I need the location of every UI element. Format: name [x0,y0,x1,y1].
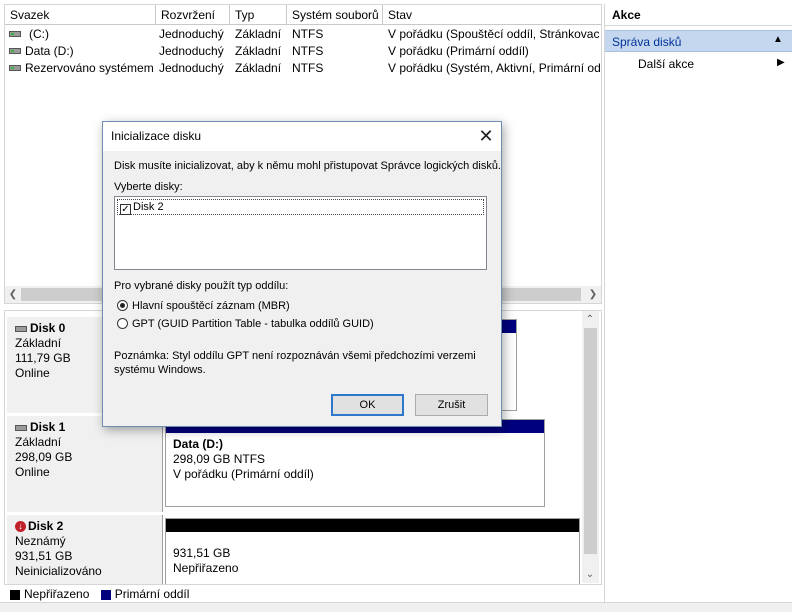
disk-1-partition[interactable]: Data (D:) 298,09 GB NTFS V pořádku (Prim… [165,419,545,507]
volume-name: (C:) [29,27,49,41]
volume-fs: NTFS [292,27,324,41]
disk-title: Disk 2 [28,519,64,533]
error-icon: ↓ [15,521,26,533]
legend-unallocated: Nepřiřazeno [24,587,90,601]
partition-size: 298,09 GB NTFS [173,452,266,466]
actions-pane: Akce Správa disků ▲ Další akce ▶ [604,4,792,602]
scrollbar-thumb[interactable] [584,328,597,554]
disk-listbox[interactable]: ✓ Disk 2 [114,196,487,270]
option-gpt[interactable]: GPT (GUID Partition Table - tabulka oddí… [117,318,374,330]
disk-size: 931,51 GB [15,549,73,563]
volume-type: Základní [235,44,282,58]
submenu-arrow-icon: ▶ [777,57,785,68]
volume-row[interactable]: Data (D:) Jednoduchý Základní NTFS V poř… [5,43,601,60]
ok-button[interactable]: OK [331,394,404,416]
disk-state: Neinicializováno [15,564,102,578]
volume-icon [9,48,21,54]
volume-status: V pořádku (Spouštěcí oddíl, Stránkovací [388,27,600,41]
disk-kind: Základní [15,435,62,449]
disk-icon [15,325,27,332]
more-actions-label: Další akce [638,57,695,71]
disk-state: Online [15,465,50,479]
unallocated-status: Nepřiřazeno [173,561,239,575]
volume-icon [9,65,21,71]
column-header-volume[interactable]: Svazek [5,5,156,25]
dialog-intro: Disk musíte inicializovat, aby k němu mo… [114,160,501,172]
volume-type: Základní [235,61,282,75]
mbr-label: Hlavní spouštěcí záznam (MBR) [132,300,290,312]
volume-layout: Jednoduchý [159,61,224,75]
volume-status: V pořádku (Systém, Aktivní, Primární odd [388,61,600,75]
disk-size: 298,09 GB [15,450,73,464]
initialize-disk-dialog: Inicializace disku ✕ Disk musíte inicial… [102,121,502,427]
gpt-radio[interactable] [117,318,128,329]
mbr-radio[interactable] [117,300,128,311]
volume-name: Data (D:) [25,44,74,58]
disk-list-item[interactable]: ✓ Disk 2 [117,199,484,215]
disk-title: Disk 1 [30,420,66,434]
partition-status: V pořádku (Primární oddíl) [173,467,314,481]
vertical-scrollbar[interactable]: ⌃ ⌄ [582,311,599,583]
partition-style-label: Pro vybrané disky použít typ oddílu: [114,280,289,292]
volume-fs: NTFS [292,61,324,75]
dialog-title: Inicializace disku [103,122,501,151]
scroll-down-icon[interactable]: ⌄ [582,566,598,583]
select-disks-label: Vyberte disky: [114,181,183,193]
option-mbr[interactable]: Hlavní spouštěcí záznam (MBR) [117,300,290,312]
column-header-type[interactable]: Typ [230,5,287,25]
actions-section-label: Správa disků [612,35,682,49]
note-line-1: Poznámka: Styl oddílu GPT není rozpoznáv… [114,350,476,362]
unallocated-bar [166,519,579,532]
collapse-icon[interactable]: ▲ [773,34,783,45]
column-header-status[interactable]: Stav [383,5,601,25]
disk-icon [15,424,27,431]
primary-swatch [100,589,111,600]
gpt-label: GPT (GUID Partition Table - tabulka oddí… [132,318,374,330]
volume-row[interactable]: (C:) Jednoduchý Základní NTFS V pořádku … [5,26,601,43]
column-header-layout[interactable]: Rozvržení [156,5,230,25]
note-line-2: systému Windows. [114,364,206,376]
disk-1-label[interactable]: Disk 1 Základní 298,09 GB Online [7,416,163,512]
volume-status: V pořádku (Primární oddíl) [388,44,529,58]
column-header-filesystem[interactable]: Systém souborů [287,5,383,25]
status-bar [0,602,792,612]
disk-kind: Neznámý [15,534,66,548]
volume-layout: Jednoduchý [159,27,224,41]
disk-checkbox[interactable]: ✓ [120,204,131,215]
cancel-button[interactable]: Zrušit [415,394,488,416]
disk-2-unallocated[interactable]: 931,51 GB Nepřiřazeno [165,518,580,584]
close-icon[interactable]: ✕ [475,126,497,148]
disk-title: Disk 0 [30,321,66,335]
disk-item-label: Disk 2 [133,201,164,213]
more-actions-item[interactable]: Další akce ▶ [605,54,792,74]
unallocated-swatch [10,589,20,600]
legend-primary: Primární oddíl [114,587,190,601]
partition-name: Data (D:) [173,437,223,451]
actions-title: Akce [605,4,792,26]
volume-fs: NTFS [292,44,324,58]
volume-row[interactable]: Rezervováno systémem Jednoduchý Základní… [5,60,601,77]
volume-name: Rezervováno systémem [25,61,154,75]
volume-type: Základní [235,27,282,41]
disk-2-label[interactable]: ↓ Disk 2 Neznámý 931,51 GB Neinicializová… [7,515,163,584]
legend: Nepřiřazeno Primární oddíl [4,584,602,602]
scroll-right-icon[interactable]: ❯ [585,286,601,303]
volume-icon [9,31,21,37]
scroll-up-icon[interactable]: ⌃ [582,311,598,328]
unallocated-size: 931,51 GB [173,546,231,560]
volume-layout: Jednoduchý [159,44,224,58]
scroll-left-icon[interactable]: ❮ [5,286,21,303]
actions-section-disk-management[interactable]: Správa disků ▲ [605,30,792,52]
